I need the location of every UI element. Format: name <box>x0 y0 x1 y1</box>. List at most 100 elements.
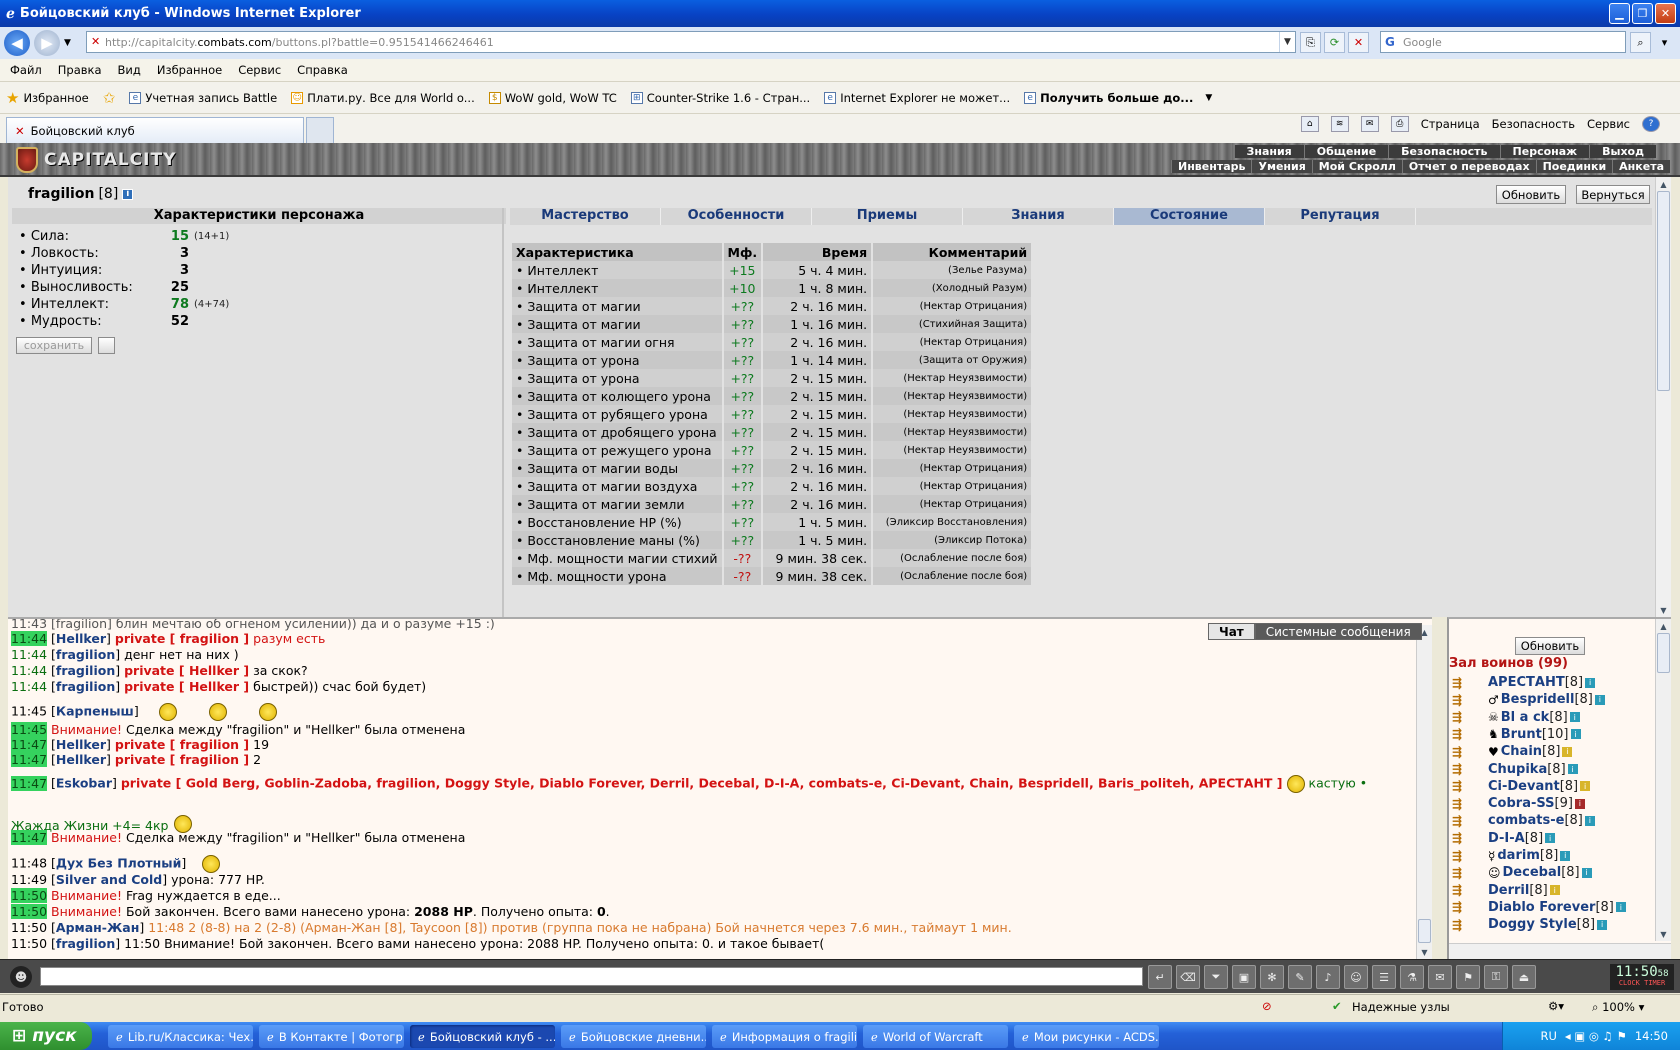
tab-knowledge[interactable]: Знания <box>963 208 1114 225</box>
fav-item-4[interactable]: ⊞ Counter-Strike 1.6 - Стран... <box>630 91 810 105</box>
stop-icon[interactable]: ✕ <box>1348 32 1369 53</box>
info-icon[interactable]: i <box>1594 694 1605 705</box>
hall-user[interactable]: ⇶ Derril [8] i <box>1452 883 1560 898</box>
search-input[interactable]: G Google <box>1380 31 1626 53</box>
nav-exit[interactable]: Выход <box>1589 145 1656 158</box>
help-icon[interactable]: ? <box>1642 116 1660 132</box>
translit-icon[interactable]: ✎ <box>1288 965 1312 989</box>
exit-icon[interactable]: ⏏ <box>1512 965 1536 989</box>
search-icon[interactable]: ⌕ <box>1630 32 1651 53</box>
hall-scrollbar[interactable]: ▲ ▼ <box>1655 619 1671 941</box>
nav-knowledge[interactable]: Знания <box>1233 145 1304 158</box>
invite-arrow-icon[interactable]: ⇶ <box>1452 762 1474 776</box>
hall-user[interactable]: ⇶ ☺ Decebal [8] i <box>1452 865 1592 880</box>
compat-view-icon[interactable]: ⎘ <box>1300 32 1321 53</box>
hall-user[interactable]: ⇶ D-I-A [8] i <box>1452 831 1556 846</box>
smiles-icon[interactable]: ☺ <box>1344 965 1368 989</box>
send-icon[interactable]: ↵ <box>1148 965 1172 989</box>
potion-icon[interactable]: ⚗ <box>1400 965 1424 989</box>
scroll-up-icon[interactable]: ▲ <box>1657 619 1670 633</box>
taskbar-item[interactable]: ℯ Информация о fragili... <box>712 1025 857 1048</box>
minimize-button[interactable]: ▁ <box>1609 3 1630 24</box>
scroll-down-icon[interactable]: ▼ <box>1657 927 1670 941</box>
taskbar-item[interactable]: ℯ Мои рисунки - ACDS... <box>1014 1025 1159 1048</box>
hall-user[interactable]: ⇶ ♞ Brunt [10] i <box>1452 727 1581 742</box>
chat-scrollbar[interactable]: ▲ ▼ <box>1416 625 1432 959</box>
hall-user[interactable]: ⇶ ☠ Bl a ck [8] i <box>1452 710 1580 725</box>
invite-arrow-icon[interactable]: ⇶ <box>1452 797 1474 811</box>
tab-chat[interactable]: Чат <box>1208 623 1255 640</box>
info-icon[interactable]: i <box>1585 677 1596 688</box>
address-bar[interactable]: ✕ http://capitalcity. combats.com/buttons… <box>86 31 1296 53</box>
forward-button[interactable]: ▶ <box>34 30 60 56</box>
tray-icons[interactable]: ◂ ▣ ◎ ♫ ⚑ <box>1565 1029 1627 1043</box>
hall-user[interactable]: ⇶ Doggy Style [8] i <box>1452 917 1608 932</box>
info-icon[interactable]: i <box>1570 729 1581 740</box>
taskbar-item[interactable]: ℯ Бойцовские дневни... <box>561 1025 706 1048</box>
info-icon[interactable]: i <box>1569 712 1580 723</box>
fav-item-2[interactable]: ☺ Плати.ру. Все для World o... <box>291 91 475 105</box>
invite-arrow-icon[interactable]: ⇶ <box>1452 745 1474 759</box>
info-icon[interactable]: i <box>1567 764 1578 774</box>
info-icon[interactable]: i <box>122 188 134 200</box>
mail-icon[interactable]: ✉ <box>1360 116 1379 132</box>
menu-safety[interactable]: Безопасность <box>1492 117 1575 131</box>
hall-user[interactable]: ⇶ Chupika [8] i <box>1452 762 1578 777</box>
nav-profile[interactable]: Анкета <box>1612 160 1670 173</box>
nav-security[interactable]: Безопасность <box>1388 145 1500 158</box>
invite-arrow-icon[interactable]: ⇶ <box>1452 779 1474 793</box>
fav-item-1[interactable]: e Учетная запись Battle <box>129 91 277 105</box>
menu-file[interactable]: Файл <box>10 63 42 77</box>
menu-help[interactable]: Справка <box>297 63 348 77</box>
invite-arrow-icon[interactable]: ⇶ <box>1452 814 1474 828</box>
nav-transfers[interactable]: Отчет о переводах <box>1401 160 1536 173</box>
scroll-thumb[interactable] <box>1657 191 1670 391</box>
invite-arrow-icon[interactable]: ⇶ <box>1452 918 1474 932</box>
sound-icon[interactable]: ♪ <box>1316 965 1340 989</box>
info-icon[interactable]: i <box>1580 781 1591 792</box>
tab-state[interactable]: Состояние <box>1114 208 1265 225</box>
taskbar-item[interactable]: ℯ Бойцовский клуб - ... <box>410 1025 555 1048</box>
chat-mode-icon[interactable]: ☻ <box>10 966 32 988</box>
zoom-control[interactable]: ⌕ 100% ▾ <box>1592 1000 1644 1015</box>
nav-inventory[interactable]: Инвентарь <box>1171 160 1252 173</box>
info-icon[interactable]: i <box>1597 919 1608 930</box>
invite-arrow-icon[interactable]: ⇶ <box>1452 849 1474 863</box>
feeds-icon[interactable]: ≋ <box>1330 116 1349 132</box>
info-icon[interactable]: i <box>1545 833 1556 844</box>
scroll-icon[interactable]: ✉ <box>1428 965 1452 989</box>
add-favorite-button[interactable]: ✩ <box>103 89 116 107</box>
scroll-thumb[interactable] <box>1418 919 1431 943</box>
refresh-button[interactable]: Обновить <box>1496 185 1566 204</box>
tab-mastery[interactable]: Мастерство <box>510 208 661 225</box>
menu-edit[interactable]: Правка <box>58 63 102 77</box>
scroll-up-icon[interactable]: ▲ <box>1657 177 1670 191</box>
taskbar-item[interactable]: ℯВ Контакте | Фотогр... <box>259 1025 404 1048</box>
fav-item-3[interactable]: $ WoW gold, WoW TC <box>488 91 617 105</box>
new-tab-button[interactable] <box>306 117 334 143</box>
info-icon[interactable]: i <box>1549 885 1560 896</box>
browser-tab[interactable]: ✕ Бойцовский клуб <box>6 117 304 143</box>
taskbar-item[interactable]: ℯ Lib.ru/Классика: Чех... <box>108 1025 253 1048</box>
hall-user[interactable]: ⇶ Diablo Forever [8] i <box>1452 900 1626 915</box>
save-checkbox[interactable] <box>98 337 115 354</box>
fav-item-6[interactable]: e Получить больше до... ▼ <box>1024 91 1212 105</box>
main-scrollbar[interactable]: ▲ ▼ <box>1655 177 1671 617</box>
scroll-thumb[interactable] <box>1657 633 1670 673</box>
scroll-down-icon[interactable]: ▼ <box>1418 945 1431 959</box>
hall-hscrollbar[interactable] <box>1449 943 1671 959</box>
invite-arrow-icon[interactable]: ⇶ <box>1452 693 1474 707</box>
hall-refresh-button[interactable]: Обновить <box>1515 637 1585 655</box>
hall-user[interactable]: ⇶ АРЕСТАНТ [8] i <box>1452 675 1596 690</box>
nav-social[interactable]: Общение <box>1303 145 1389 158</box>
info-icon[interactable]: i <box>1581 867 1592 878</box>
lock-icon[interactable]: ⚿ <box>1484 965 1508 989</box>
emotes-icon[interactable]: ✻ <box>1260 965 1284 989</box>
nav-scroll[interactable]: Мой Скролл <box>1311 160 1402 173</box>
nav-character[interactable]: Персонаж <box>1499 145 1590 158</box>
info-icon[interactable]: i <box>1562 746 1573 757</box>
invite-arrow-icon[interactable]: ⇶ <box>1452 727 1474 741</box>
invite-arrow-icon[interactable]: ⇶ <box>1452 900 1474 914</box>
search-options-icon[interactable]: ▾ <box>1654 32 1675 53</box>
maximize-button[interactable]: ❐ <box>1632 3 1653 24</box>
